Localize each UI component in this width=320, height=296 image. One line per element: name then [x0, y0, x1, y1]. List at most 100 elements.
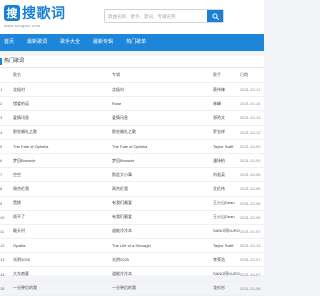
nav-item-latest-albums[interactable]: 最新专辑	[93, 34, 113, 51]
row-date: 2021-10-09	[240, 196, 264, 211]
table-row: 1 北极村 北极村 蔡伟锋 2021-10-11	[0, 82, 264, 98]
album-link[interactable]: The Life of a Showgirl	[112, 238, 213, 254]
album-link[interactable]: 那些婚礼之歌	[112, 125, 213, 140]
row-date: 2021-10-09	[240, 210, 264, 225]
row-date: 2021-10-09	[240, 153, 264, 169]
singer-link[interactable]: 王火山Dean	[213, 210, 240, 225]
album-link[interactable]: 北极村	[112, 82, 213, 98]
table-row: 4 那些婚礼之歌 那些婚礼之歌 罗志祥 2021-10-12	[0, 125, 264, 140]
row-date: 2021-10-13	[240, 238, 264, 254]
table-row: 13 光阴2025 光阴2025 李荣浩 2021-10-07	[0, 252, 264, 268]
song-title-link[interactable]: 梦回Brownie	[13, 153, 112, 169]
nav-item-home[interactable]: 首页	[4, 34, 14, 51]
row-index: 12	[0, 238, 13, 254]
table-row: 6 梦回Brownie 梦回Brownie 潘玮柏 2021-10-09	[0, 153, 264, 169]
singer-link[interactable]: 艾伦伟	[213, 181, 240, 197]
song-title-link[interactable]: 黑桃	[13, 196, 112, 211]
singer-link[interactable]: 罗志祥	[213, 125, 240, 140]
singer-link[interactable]: 郑秀文	[213, 110, 240, 126]
album-link[interactable]: 周杰伦我	[112, 181, 213, 197]
singer-link[interactable]: 林峰	[213, 96, 240, 112]
song-title-link[interactable]: 烦不了	[13, 210, 112, 225]
logo-mark: 搜	[4, 5, 20, 21]
table-row: 2 错爱的诺 Rose 林峰 2021-10-10	[0, 96, 264, 112]
album-link[interactable]: 有我们最爱	[112, 196, 213, 211]
table-row: 10 烦不了 有我们最爱 王火山Dean 2021-10-09	[0, 210, 264, 225]
hot-lyrics-panel: 热门歌词 歌名 专辑 歌手 日期 1 北极村 北极村 蔡伟锋 2021-10-11 2 错爱…	[0, 56, 264, 296]
album-link[interactable]: 有我们最爱	[112, 210, 213, 225]
album-link[interactable]: Rose	[112, 96, 213, 112]
singer-link[interactable]: SANO阿KURO	[213, 266, 240, 282]
search-button[interactable]	[207, 10, 223, 22]
row-index: 13	[0, 252, 13, 268]
row-index: 4	[0, 125, 13, 140]
row-index: 6	[0, 153, 13, 169]
album-link[interactable]: 那此大小事	[112, 167, 213, 183]
album-link[interactable]: 道能冷冷本	[112, 224, 213, 240]
row-date: 2021-10-13	[240, 110, 264, 126]
song-title-link[interactable]: 大东南客	[13, 266, 112, 282]
album-link[interactable]: 一分钟后的我	[112, 281, 213, 296]
row-index: 2	[0, 96, 13, 112]
header-date: 日期	[240, 68, 264, 83]
header-title: 歌名	[13, 68, 112, 83]
album-link[interactable]: 爱情讯息	[112, 110, 213, 126]
logo-domain: www.sougeci.com	[4, 23, 41, 28]
row-index: 3	[0, 110, 13, 126]
song-title-link[interactable]: 光阴2025	[13, 252, 112, 268]
row-date: 2021-10-12	[240, 125, 264, 140]
song-title-link[interactable]: 北极村	[13, 82, 112, 98]
song-title-link[interactable]: 一分钟后的我	[13, 281, 112, 296]
nav-item-singers[interactable]: 歌手大全	[60, 34, 80, 51]
search-input[interactable]	[105, 11, 207, 21]
row-date: 2021-10-08	[240, 281, 264, 296]
singer-link[interactable]: 刘若英	[213, 167, 240, 183]
singer-link[interactable]: 王火山Dean	[213, 196, 240, 211]
song-title-link[interactable]: Opalite	[13, 238, 112, 254]
row-index: 9	[0, 196, 13, 211]
song-title-link[interactable]: 爱情讯息	[13, 110, 112, 126]
table-row: 8 周杰伦我 周杰伦我 艾伦伟 2021-10-06	[0, 181, 264, 197]
panel-title: 热门歌词	[0, 56, 264, 68]
search-icon	[211, 12, 219, 20]
row-index: 14	[0, 266, 13, 282]
row-date: 2021-10-09	[240, 139, 264, 154]
singer-link[interactable]: 蔡伟锋	[213, 82, 240, 98]
lyrics-table: 歌名 专辑 歌手 日期 1 北极村 北极村 蔡伟锋 2021-10-11 2 错爱的诺 Ros…	[0, 68, 264, 296]
row-date: 2021-10-10	[240, 96, 264, 112]
album-link[interactable]: 道能冷冷本	[112, 266, 213, 282]
table-row: 14 大东南客 道能冷冷本 SANO阿KURO 2021-10-07	[0, 266, 264, 282]
singer-link[interactable]: Taylor Swift	[213, 139, 240, 154]
singer-link[interactable]: Taylor Swift	[213, 238, 240, 254]
singer-link[interactable]: 李荣浩	[213, 252, 240, 268]
singer-link[interactable]: SANO阿KURO	[213, 224, 240, 240]
row-date: 2021-10-06	[240, 181, 264, 197]
row-index: 11	[0, 224, 13, 240]
song-title-link[interactable]: 鞍天村	[13, 224, 112, 240]
row-index: 10	[0, 210, 13, 225]
song-title-link[interactable]: 空空	[13, 167, 112, 183]
top-header: 搜 搜歌词 www.sougeci.com	[0, 0, 264, 34]
singer-link[interactable]: 潘玮柏	[213, 153, 240, 169]
row-index: 7	[0, 167, 13, 183]
row-index: 8	[0, 181, 13, 197]
album-link[interactable]: 光阴2025	[112, 252, 213, 268]
table-row: 3 爱情讯息 爱情讯息 郑秀文 2021-10-13	[0, 110, 264, 126]
row-index: 1	[0, 82, 13, 98]
singer-link[interactable]: 龙杉杉	[213, 281, 240, 296]
header-singer: 歌手	[213, 68, 240, 83]
site-logo[interactable]: 搜 搜歌词	[4, 2, 66, 24]
album-link[interactable]: 梦回Brownie	[112, 153, 213, 169]
nav-item-latest-lyrics[interactable]: 最新歌词	[27, 34, 47, 51]
nav-item-hot-playlists[interactable]: 热门歌单	[126, 34, 146, 51]
song-title-link[interactable]: 错爱的诺	[13, 96, 112, 112]
album-link[interactable]: The Fate of Ophelia	[112, 139, 213, 154]
song-title-link[interactable]: The Fate of Ophelia	[13, 139, 112, 154]
song-title-link[interactable]: 周杰伦我	[13, 181, 112, 197]
logo-text: 搜歌词	[22, 6, 66, 22]
table-header-row: 歌名 专辑 歌手 日期	[0, 68, 264, 83]
search-box	[104, 9, 224, 23]
table-row: 5 The Fate of Ophelia The Fate of Ophelia T…	[0, 139, 264, 154]
row-date: 2021-10-07	[240, 266, 264, 282]
song-title-link[interactable]: 那些婚礼之歌	[13, 125, 112, 140]
